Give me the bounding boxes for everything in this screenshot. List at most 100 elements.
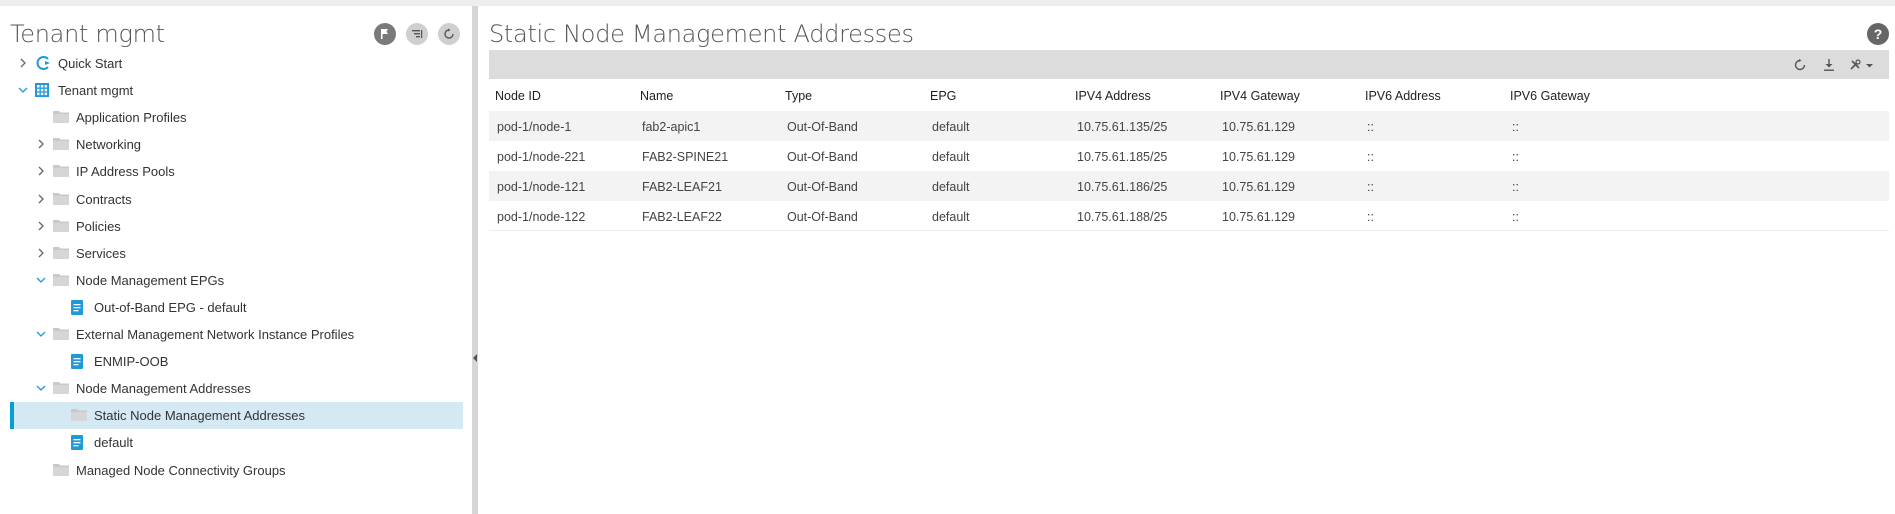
column-header-ipv6-gateway[interactable]: IPV6 Gateway [1510,89,1590,103]
table-cell: Out-Of-Band [787,180,858,194]
table-cell: FAB2-LEAF22 [642,210,722,224]
collapse-list-icon[interactable] [406,23,428,45]
table-cell: pod-1/node-122 [497,210,586,224]
column-header-ipv6-address[interactable]: IPV6 Address [1365,89,1441,103]
table-row[interactable]: pod-1/node-122 FAB2-LEAF22 Out-Of-Band defa… [489,201,1889,231]
table-toolbar [489,50,1889,79]
flag-icon[interactable] [374,23,396,45]
folder-icon [52,191,70,207]
tree-item-node-management-addresses[interactable]: Node Management Addresses [10,375,463,402]
tools-dropdown-icon[interactable] [1848,56,1876,74]
folder-icon [52,245,70,261]
chevron-right-icon[interactable] [36,166,46,176]
tree-item-label: Quick Start [58,56,123,71]
column-header-ipv4-gateway[interactable]: IPV4 Gateway [1220,89,1300,103]
tree-item-out-of-band-epg-default[interactable]: Out-of-Band EPG - default [10,294,463,321]
table-row[interactable]: pod-1/node-1 fab2-apic1 Out-Of-Band default… [489,111,1889,141]
content-panel: Static Node Management Addresses ? Node … [478,6,1895,514]
table-cell: default [932,210,970,224]
tree-item-label: Application Profiles [76,110,187,126]
table-cell: 10.75.61.129 [1222,150,1295,164]
tree-item-label: Tenant mgmt [58,83,134,99]
folder-icon [70,407,88,423]
table-cell: FAB2-LEAF21 [642,180,722,194]
refresh-icon[interactable] [1791,56,1809,74]
table-cell: 10.75.61.186/25 [1077,180,1168,194]
table-cell: pod-1/node-1 [497,120,572,134]
document-icon [70,299,88,315]
tree-item-enmip-oob[interactable]: ENMIP-OOB [10,348,463,375]
tree-item-managed-node-connectivity-groups[interactable]: Managed Node Connectivity Groups [10,457,463,484]
tree-item-ip-address-pools[interactable]: IP Address Pools [10,158,463,185]
tree-item-label: default [94,435,134,451]
tenant-icon [34,82,52,98]
tree-item-label: Out-of-Band EPG - default [94,299,247,315]
column-header-node-id[interactable]: Node ID [495,89,541,103]
collapse-arrow-icon[interactable] [473,354,477,362]
tree-item-static-node-management-addresses[interactable]: Static Node Management Addresses [10,402,463,430]
panel-header-actions [374,23,460,45]
tree-item-label: Managed Node Connectivity Groups [76,462,286,478]
download-icon[interactable] [1820,56,1838,74]
folder-icon [52,218,70,234]
table-cell: :: [1512,180,1519,194]
tree-item-node-management-epgs[interactable]: Node Management EPGs [10,267,463,294]
table-cell: 10.75.61.135/25 [1077,120,1168,134]
tree-item-networking[interactable]: Networking [10,131,463,158]
column-header-name[interactable]: Name [640,89,673,103]
folder-icon [52,136,70,152]
chevron-right-icon[interactable] [18,58,28,68]
table-row[interactable]: pod-1/node-121 FAB2-LEAF21 Out-Of-Band defa… [489,171,1889,201]
help-icon[interactable]: ? [1867,23,1889,45]
chevron-down-icon[interactable] [36,275,46,285]
column-header-ipv4-address[interactable]: IPV4 Address [1075,89,1151,103]
table-row[interactable]: pod-1/node-221 FAB2-SPINE21 Out-Of-Band def… [489,141,1889,171]
table-cell: :: [1367,210,1374,224]
table-cell: Out-Of-Band [787,120,858,134]
table-cell: Out-Of-Band [787,210,858,224]
table-divider [489,230,1889,231]
tree-item-services[interactable]: Services [10,240,463,267]
folder-icon [52,163,70,179]
chevron-right-icon[interactable] [36,221,46,231]
chevron-down-icon[interactable] [18,85,28,95]
table-header: Node ID Name Type EPG IPV4 Address IPV4 Gatew… [489,79,1889,111]
tree-item-label: Contracts [76,191,132,207]
document-icon [70,434,88,451]
quickstart-icon [34,55,52,71]
tree-item-quick-start[interactable]: Quick Start [10,50,463,77]
tree-item-label: ENMIP-OOB [94,354,169,370]
column-header-type[interactable]: Type [785,89,812,103]
table-cell: :: [1512,120,1519,134]
folder-icon [52,380,70,396]
tree-item-label: Node Management Addresses [76,381,251,397]
navigation-panel: Tenant mgmt Quick Start Tenant mgmt Applic… [0,6,472,514]
table-cell: default [932,150,970,164]
chevron-down-icon[interactable] [36,329,46,339]
tree-item-label: Static Node Management Addresses [94,408,306,424]
table-cell: 10.75.61.188/25 [1077,210,1168,224]
tree-item-label: External Management Network Instance Pro… [76,327,355,342]
table-cell: :: [1367,150,1374,164]
refresh-icon[interactable] [438,23,460,45]
tree-item-contracts[interactable]: Contracts [10,186,463,213]
table-cell: Out-Of-Band [787,150,858,164]
table-cell: pod-1/node-221 [497,150,586,164]
table-cell: 10.75.61.129 [1222,180,1295,194]
chevron-right-icon[interactable] [36,139,46,149]
tree-item-label: Services [76,245,126,261]
tree-item-label: IP Address Pools [76,164,175,180]
tree-item-external-management-network-instance-profiles[interactable]: External Management Network Instance Pro… [10,321,463,348]
tree-item-tenant-mgmt[interactable]: Tenant mgmt [10,77,463,104]
tree-item-policies[interactable]: Policies [10,213,463,240]
table-cell: 10.75.61.185/25 [1077,150,1168,164]
chevron-right-icon[interactable] [36,194,46,204]
chevron-down-icon[interactable] [36,383,46,393]
tree-item-application-profiles[interactable]: Application Profiles [10,104,463,131]
tree-item-default[interactable]: default [10,429,463,456]
column-header-epg[interactable]: EPG [930,89,956,103]
panel-title: Tenant mgmt [10,20,165,48]
folder-icon [52,326,70,342]
chevron-right-icon[interactable] [36,248,46,258]
tree-item-label: Policies [76,218,121,234]
